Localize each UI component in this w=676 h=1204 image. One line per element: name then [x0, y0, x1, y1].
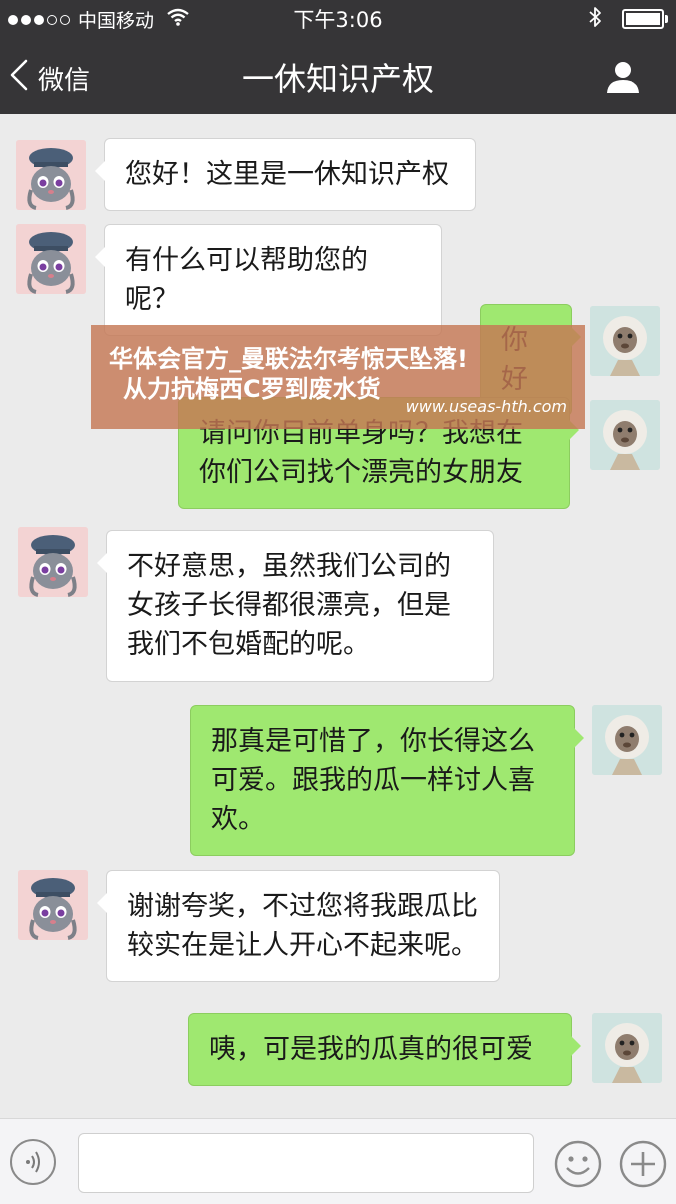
chat-title: 一休知识产权	[241, 60, 434, 98]
banner-line2: 从力抗梅西C罗到废水货	[123, 375, 381, 403]
top-bar: 中国移动 下午3:06 微信 一休知识产权	[0, 0, 676, 114]
plus-icon	[618, 1140, 668, 1193]
battery-icon	[622, 9, 668, 29]
banner-url: www.useas-hth.com	[405, 397, 567, 416]
received-message-bubble[interactable]: 您好！这里是一休知识产权	[95, 138, 476, 211]
bunny-officer-avatar[interactable]	[16, 140, 86, 210]
bunny-officer-avatar[interactable]	[16, 224, 86, 294]
more-button[interactable]	[618, 1139, 668, 1189]
white-monkey-avatar[interactable]	[590, 306, 660, 376]
sent-message-bubble[interactable]: 那真是可惜了，你长得这么可爱。跟我的瓜一样讨人喜欢。	[190, 705, 584, 856]
bunny-officer-avatar[interactable]	[18, 527, 88, 597]
voice-button[interactable]	[10, 1139, 56, 1185]
received-message-bubble[interactable]: 不好意思，虽然我们公司的女孩子长得都很漂亮，但是我们不包婚配的呢。	[97, 530, 494, 682]
white-monkey-avatar[interactable]	[592, 705, 662, 775]
smiley-icon	[553, 1140, 603, 1193]
message-input[interactable]	[78, 1133, 534, 1193]
received-message-bubble[interactable]: 谢谢夸奖，不过您将我跟瓜比较实在是让人开心不起来呢。	[97, 870, 500, 982]
watermark-banner: 华体会官方_曼联法尔考惊天坠落! 从力抗梅西C罗到废水货 www.useas-h…	[91, 325, 585, 429]
white-monkey-avatar[interactable]	[592, 1013, 662, 1083]
sent-message-bubble[interactable]: 咦，可是我的瓜真的很可爱	[188, 1013, 581, 1086]
emoji-button[interactable]	[553, 1139, 603, 1189]
input-bar	[0, 1118, 676, 1204]
status-time: 下午3:06	[293, 8, 383, 32]
bluetooth-icon	[588, 6, 602, 32]
status-right	[588, 6, 668, 32]
person-icon	[606, 62, 640, 98]
white-monkey-avatar[interactable]	[590, 400, 660, 470]
bunny-officer-avatar[interactable]	[18, 870, 88, 940]
received-message-bubble[interactable]: 有什么可以帮助您的呢？	[95, 224, 442, 336]
chat-info-button[interactable]	[606, 60, 640, 94]
